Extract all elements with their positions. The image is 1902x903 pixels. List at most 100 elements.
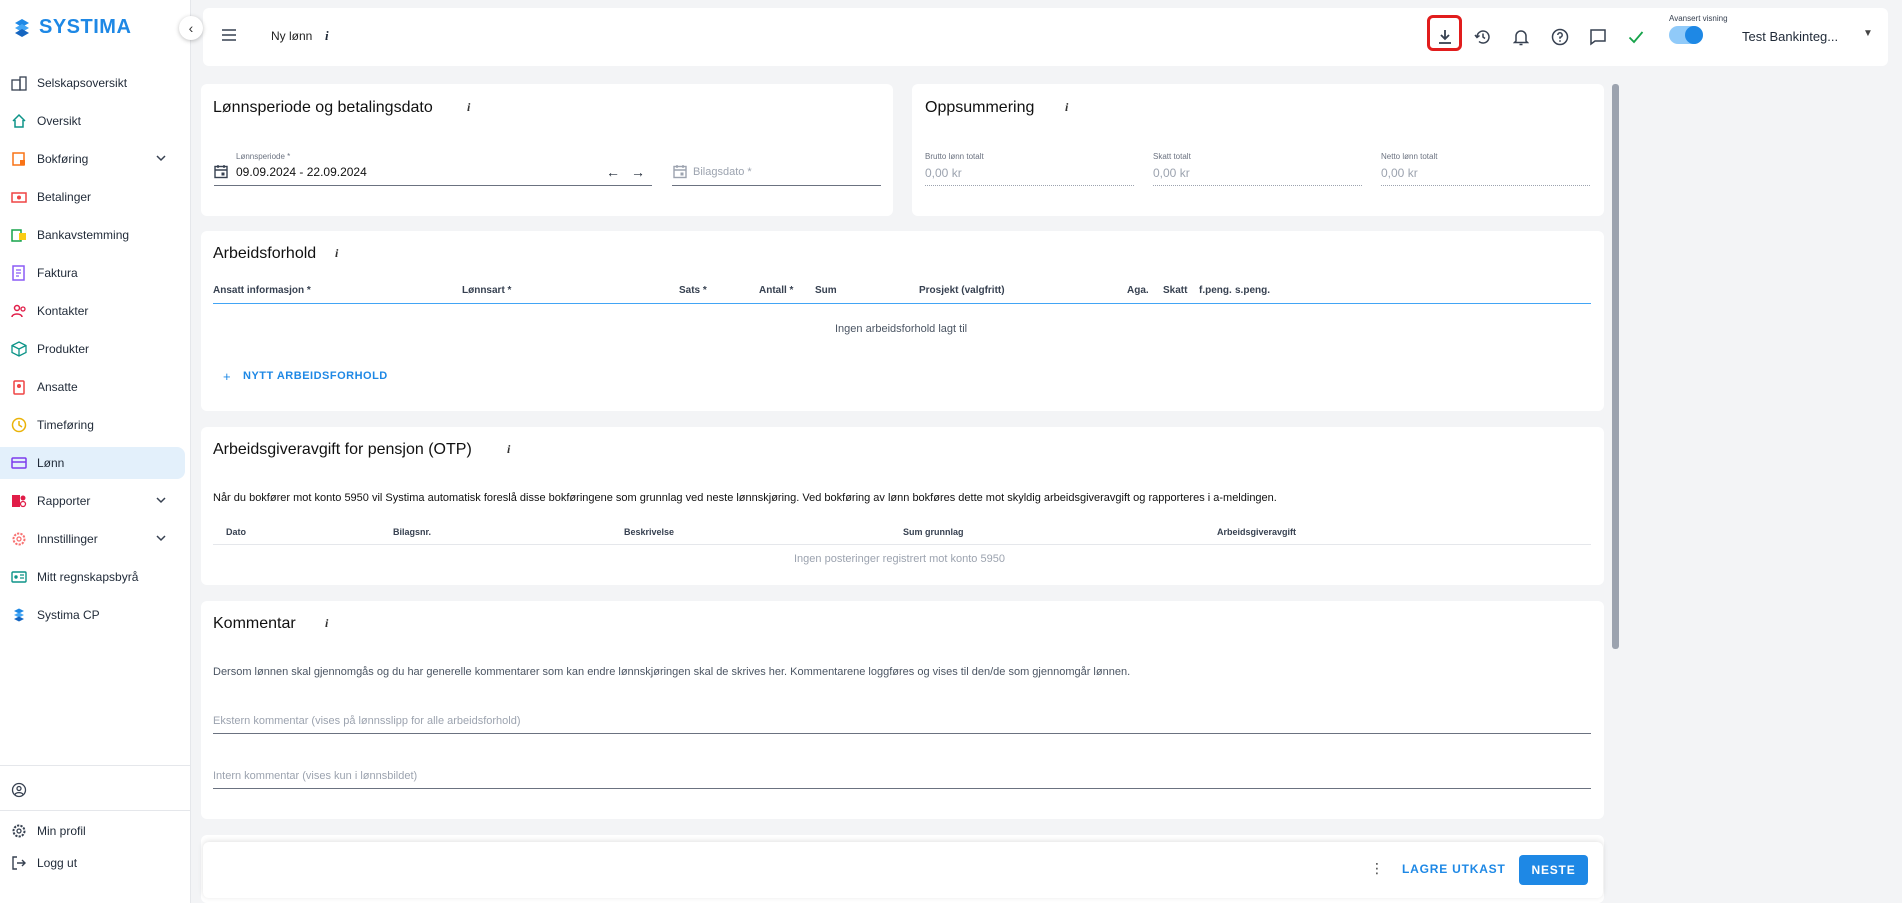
external-comment-input[interactable]: Ekstern kommentar (vises på lønnsslipp f… <box>213 715 521 727</box>
systima-logo-icon <box>10 606 28 624</box>
chevron-down-icon <box>155 532 167 547</box>
column-header: Arbeidsgiveravgift <box>1217 527 1297 537</box>
advanced-view-toggle[interactable] <box>1669 26 1703 44</box>
advanced-view-label: Avansert visning <box>1669 14 1728 23</box>
info-icon[interactable]: i <box>325 28 329 44</box>
menu-icon[interactable] <box>221 28 237 45</box>
sidebar-item-label: Oversikt <box>37 114 82 128</box>
sidebar-item-kontakter[interactable]: Kontakter <box>0 295 191 327</box>
sidebar: SYSTIMA ‹ Selskapsoversikt Oversikt Bokf… <box>0 0 203 903</box>
sidebar-item-rapporter[interactable]: Rapporter <box>0 485 191 517</box>
tax-label: Skatt totalt <box>1153 152 1191 161</box>
column-header[interactable]: f.peng. <box>1199 285 1232 296</box>
sidebar-item-oversikt[interactable]: Oversikt <box>0 105 191 137</box>
arrow-left-icon[interactable]: ← <box>606 164 620 180</box>
sidebar-item-mitt-regnskapsbyra[interactable]: Mitt regnskapsbyrå <box>0 561 191 593</box>
calendar-icon[interactable] <box>673 164 687 182</box>
bell-icon[interactable] <box>1510 26 1532 48</box>
history-icon[interactable] <box>1472 26 1494 48</box>
chat-icon[interactable] <box>1587 26 1609 48</box>
info-icon[interactable]: i <box>467 100 470 115</box>
sidebar-item-systima-cp[interactable]: Systima CP <box>0 599 191 631</box>
add-employment-button[interactable]: NYTT ARBEIDSFORHOLD <box>243 370 388 382</box>
column-header[interactable]: Ansatt informasjon * <box>213 285 311 296</box>
sidebar-item-label: Bankavstemming <box>37 228 130 242</box>
sidebar-item-produkter[interactable]: Produkter <box>0 333 191 365</box>
sidebar-item-ansatte[interactable]: Ansatte <box>0 371 191 403</box>
contacts-icon <box>10 302 28 320</box>
info-icon[interactable]: i <box>507 442 510 457</box>
more-options-icon[interactable]: ⋮ <box>1370 860 1384 877</box>
settings-gear-icon <box>10 530 28 548</box>
logo-text: SYSTIMA <box>39 16 132 38</box>
column-header[interactable]: Lønnsart * <box>462 285 511 296</box>
sidebar-item-label: Innstillinger <box>37 532 98 546</box>
period-input[interactable]: 09.09.2024 - 22.09.2024 <box>236 165 367 179</box>
caret-down-icon[interactable]: ▼ <box>1863 28 1873 39</box>
sidebar-item-innstillinger[interactable]: Innstillinger <box>0 523 191 555</box>
divider <box>0 810 191 811</box>
systima-logo-icon <box>15 18 29 37</box>
summary-card: Oppsummering i Brutto lønn totalt 0,00 k… <box>912 84 1604 216</box>
card-title: Lønnsperiode og betalingsdato <box>213 99 433 116</box>
logout-icon <box>10 854 28 872</box>
collapse-sidebar-button[interactable]: ‹ <box>179 16 203 40</box>
systima-logo[interactable]: SYSTIMA <box>11 16 131 39</box>
home-icon <box>10 112 28 130</box>
column-header[interactable]: Skatt <box>1163 285 1187 296</box>
sidebar-item-label: Timeføring <box>37 418 94 432</box>
account-avatar[interactable] <box>0 774 191 806</box>
help-icon[interactable] <box>1549 26 1571 48</box>
comment-description: Dersom lønnen skal gjennomgås og du har … <box>213 666 1131 678</box>
column-header[interactable]: Sats * <box>679 285 707 296</box>
company-selector[interactable]: Test Bankinteg... <box>1742 29 1838 44</box>
column-header: Beskrivelse <box>624 527 675 537</box>
card-title: Oppsummering <box>925 99 1035 116</box>
sidebar-item-min-profil[interactable]: Min profil <box>0 815 191 847</box>
column-header[interactable]: Sum <box>815 285 837 296</box>
column-header[interactable]: Antall * <box>759 285 793 296</box>
comment-card: Kommentar i Dersom lønnen skal gjennomgå… <box>201 601 1604 819</box>
column-header[interactable]: Prosjekt (valgfritt) <box>919 285 1005 296</box>
sidebar-item-label: Mitt regnskapsbyrå <box>37 570 139 584</box>
gross-label: Brutto lønn totalt <box>925 152 984 161</box>
sidebar-item-lonn[interactable]: Lønn <box>0 447 185 479</box>
info-icon[interactable]: i <box>335 246 338 261</box>
empty-message: Ingen arbeidsforhold lagt til <box>835 323 968 335</box>
next-button[interactable]: NESTE <box>1519 855 1588 885</box>
page-title: Ny lønn <box>271 29 313 43</box>
internal-comment-underline <box>213 788 1591 789</box>
plus-icon[interactable]: + <box>223 369 231 384</box>
sidebar-item-bankavstemming[interactable]: Bankavstemming <box>0 219 191 251</box>
column-header: Dato <box>226 527 246 537</box>
employment-card: Arbeidsforhold i Ansatt informasjon * Lø… <box>201 231 1604 411</box>
info-icon[interactable]: i <box>325 616 328 631</box>
otp-description: Når du bokfører mot konto 5950 vil Systi… <box>213 492 1277 504</box>
sidebar-item-bokforing[interactable]: Bokføring <box>0 143 191 175</box>
sidebar-item-label: Rapporter <box>37 494 91 508</box>
info-icon[interactable]: i <box>1065 100 1068 115</box>
sidebar-item-logg-ut[interactable]: Logg ut <box>0 847 191 879</box>
internal-comment-input[interactable]: Intern kommentar (vises kun i lønnsbilde… <box>213 770 417 782</box>
sidebar-item-selskapsoversikt[interactable]: Selskapsoversikt <box>0 67 191 99</box>
scrollbar[interactable] <box>1612 84 1619 649</box>
net-underline <box>1381 185 1590 186</box>
voucher-date-input[interactable]: Bilagsdato * <box>693 166 752 178</box>
column-header[interactable]: s.peng. <box>1235 285 1270 296</box>
tax-value: 0,00 kr <box>1153 166 1190 180</box>
sidebar-item-timeforing[interactable]: Timeføring <box>0 409 191 441</box>
save-draft-button[interactable]: LAGRE UTKAST <box>1402 862 1506 876</box>
sidebar-item-label: Lønn <box>37 456 65 470</box>
card-title: Arbeidsforhold <box>213 245 317 262</box>
arrow-right-icon[interactable]: → <box>631 164 645 180</box>
sidebar-item-betalinger[interactable]: Betalinger <box>0 181 191 213</box>
download-icon[interactable] <box>1434 26 1456 48</box>
column-header[interactable]: Aga. <box>1127 285 1149 296</box>
toggle-knob <box>1685 26 1703 44</box>
min-profil-label: Min profil <box>37 824 86 838</box>
external-comment-underline <box>213 733 1591 734</box>
calendar-icon[interactable] <box>214 164 228 182</box>
card-title: Kommentar <box>213 615 296 632</box>
check-icon[interactable] <box>1625 26 1647 48</box>
sidebar-item-faktura[interactable]: Faktura <box>0 257 191 289</box>
